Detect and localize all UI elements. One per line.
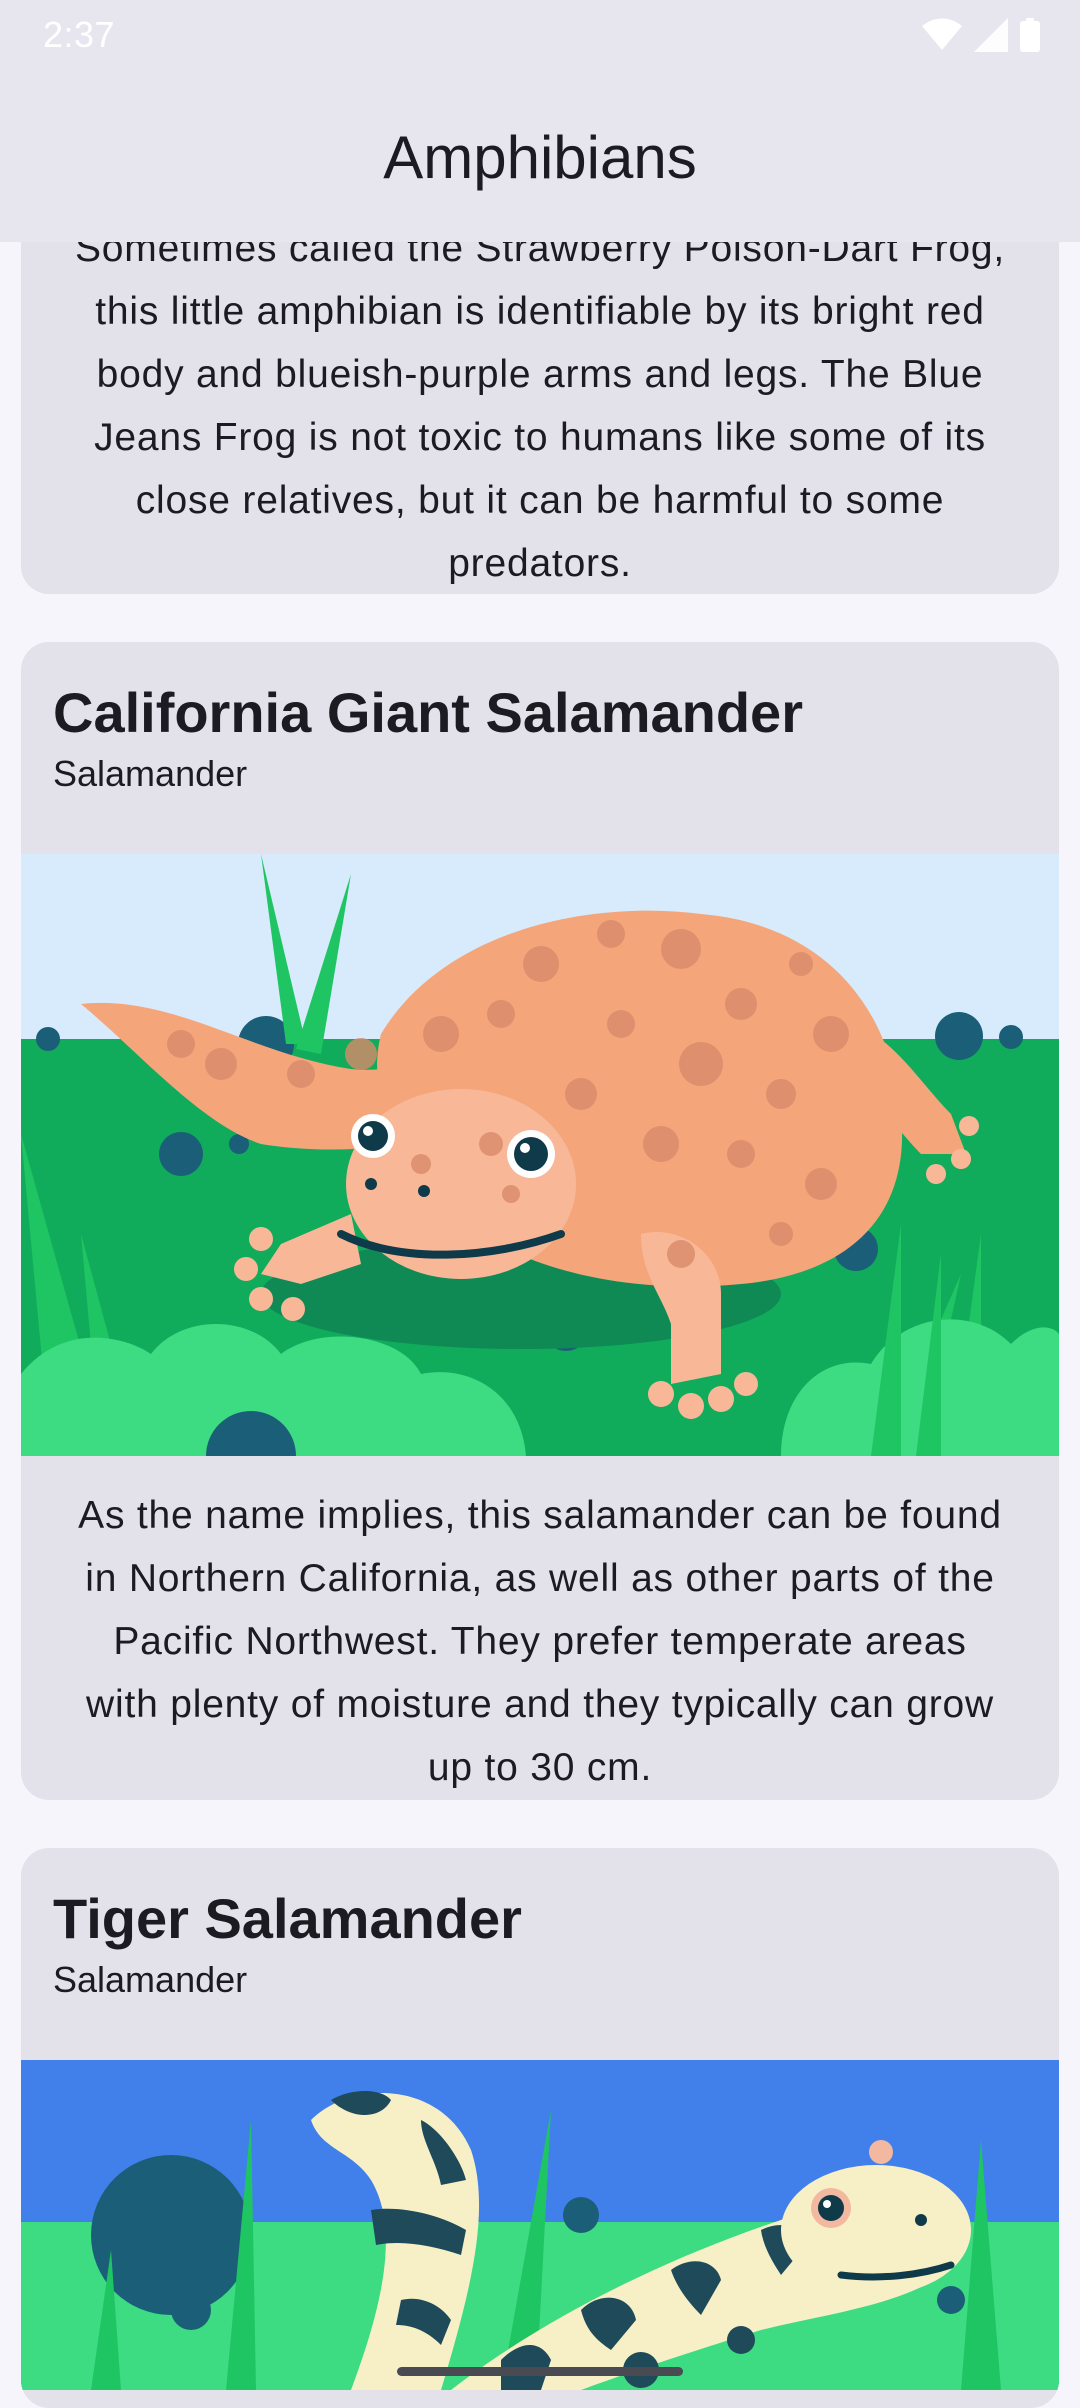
card-title: Tiger Salamander bbox=[53, 1887, 522, 1950]
description-line: with plenty of moisture and they typical… bbox=[86, 1683, 994, 1726]
california-giant-salamander-image bbox=[21, 854, 1059, 1456]
amphibian-card-california-giant-salamander[interactable]: California Giant Salamander Salamander A… bbox=[21, 642, 1059, 1800]
status-time: 2:37 bbox=[43, 14, 116, 55]
description-line: Jeans Frog is not toxic to humans like s… bbox=[94, 416, 986, 459]
battery-icon bbox=[1020, 18, 1040, 52]
cellular-signal-icon bbox=[974, 18, 1008, 52]
top-app-bar-container: 2:37 Amphibians bbox=[0, 0, 1080, 242]
app-bar: Amphibians bbox=[0, 72, 1080, 242]
description-line: predators. bbox=[448, 542, 632, 585]
description-line: body and blueish-purple arms and legs. T… bbox=[96, 353, 984, 396]
tiger-salamander-image bbox=[21, 2060, 1059, 2390]
app-title: Amphibians bbox=[383, 123, 697, 191]
status-bar: 2:37 bbox=[0, 0, 1080, 72]
card-description: As the name implies, this salamander can… bbox=[21, 1484, 1059, 1799]
card-description: Sometimes called the Strawberry Poison-D… bbox=[21, 217, 1059, 594]
description-line: this little amphibian is identifiable by… bbox=[95, 290, 985, 333]
amphibian-list[interactable]: Sometimes called the Strawberry Poison-D… bbox=[0, 0, 1080, 2408]
card-subtitle: Salamander bbox=[53, 753, 248, 794]
description-line: As the name implies, this salamander can… bbox=[78, 1494, 1002, 1537]
status-icons bbox=[922, 18, 1040, 52]
description-line: in Northern California, as well as other… bbox=[85, 1557, 995, 1600]
amphibian-card-tiger-salamander[interactable]: Tiger Salamander Salamander bbox=[21, 1848, 1059, 2408]
wifi-icon bbox=[922, 18, 962, 50]
description-line: close relatives, but it can be harmful t… bbox=[135, 479, 945, 522]
description-line: Pacific Northwest. They prefer temperate… bbox=[113, 1620, 967, 1663]
card-title: California Giant Salamander bbox=[53, 681, 803, 744]
description-line: up to 30 cm. bbox=[427, 1746, 653, 1789]
card-subtitle: Salamander bbox=[53, 1959, 248, 2000]
home-indicator[interactable] bbox=[397, 2367, 683, 2376]
